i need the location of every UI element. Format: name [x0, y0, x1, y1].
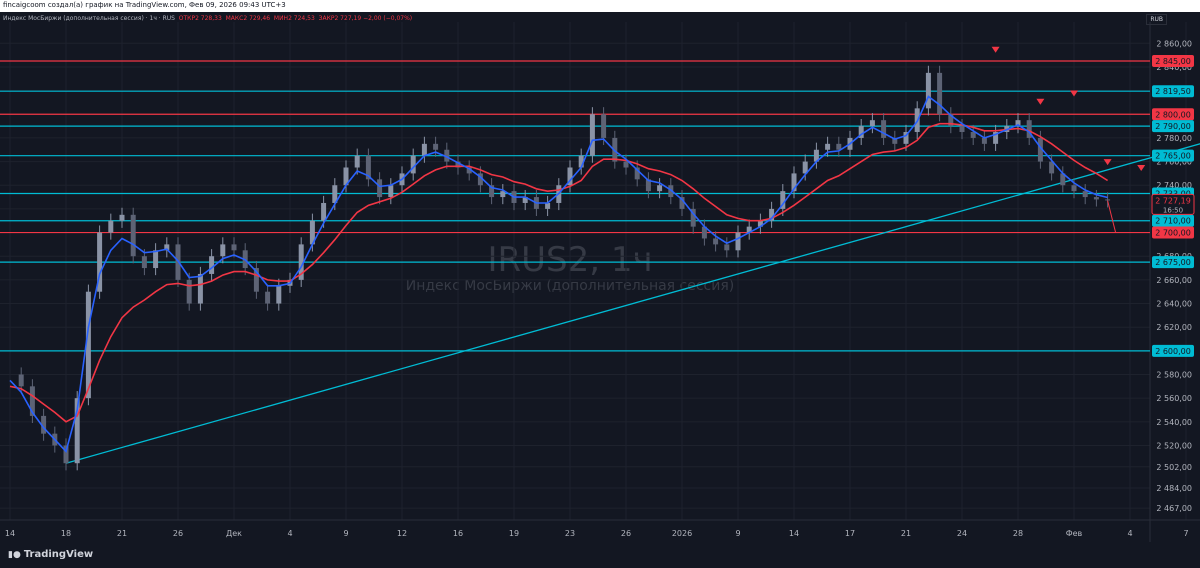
candle-body: [589, 114, 595, 156]
down-arrow-marker: [1036, 98, 1045, 105]
x-tick-label: 4: [1127, 529, 1132, 538]
tradingview-brand[interactable]: ▮● TradingView: [8, 549, 93, 560]
level-price-label: 2 600,00: [1155, 347, 1191, 356]
x-tick-label: 2026: [672, 529, 692, 538]
candle-body: [265, 291, 271, 304]
level-price-label: 2 790,00: [1155, 122, 1191, 131]
x-tick-label: 14: [789, 529, 799, 538]
candle-body: [18, 374, 24, 387]
candle-body: [153, 250, 159, 269]
candle-body: [231, 244, 237, 251]
candle-body: [130, 214, 136, 257]
candle-body: [1093, 197, 1099, 200]
down-arrow-marker: [1137, 165, 1146, 172]
candle-body: [713, 238, 719, 245]
y-tick-label: 2 660,00: [1156, 276, 1192, 285]
x-tick-label: 14: [5, 529, 15, 538]
projection-arrow: [1107, 200, 1117, 233]
x-tick-label: 23: [565, 529, 575, 538]
candle-body: [970, 132, 976, 138]
candle-body: [981, 137, 987, 144]
candle-body: [601, 114, 607, 138]
candle-body: [825, 143, 831, 150]
level-price-label: 2 800,00: [1155, 110, 1191, 119]
x-tick-label: 21: [117, 529, 127, 538]
y-tick-label: 2 502,00: [1156, 463, 1192, 472]
down-arrow-marker: [1070, 90, 1078, 97]
x-tick-label: 19: [509, 529, 519, 538]
level-price-label: 2 675,00: [1155, 258, 1191, 267]
candle-body: [881, 120, 887, 138]
x-tick-label: 28: [1013, 529, 1023, 538]
level-price-label: 2 765,00: [1155, 152, 1191, 161]
x-tick-label: 24: [957, 529, 967, 538]
last-price-label: 2 727,19: [1155, 196, 1191, 205]
x-tick-label: 12: [397, 529, 407, 538]
x-tick-label: 9: [343, 529, 348, 538]
y-tick-label: 2 780,00: [1156, 134, 1192, 143]
x-tick-label: 21: [901, 529, 911, 538]
candle-body: [1105, 199, 1111, 201]
candle-body: [388, 185, 394, 198]
y-tick-label: 2 484,00: [1156, 484, 1192, 493]
candle-body: [545, 202, 551, 209]
candle-body: [1082, 191, 1088, 198]
brand-name: TradingView: [23, 549, 94, 560]
level-price-label: 2 700,00: [1155, 229, 1191, 238]
candle-body: [724, 244, 730, 251]
candle-body: [209, 256, 215, 274]
x-tick-label: 4: [287, 529, 292, 538]
ma-slow-line: [9, 122, 1109, 423]
candle-body: [433, 143, 439, 150]
x-tick-label: Дек: [226, 529, 242, 538]
trend-line: [65, 143, 1200, 464]
x-tick-label: 17: [845, 529, 855, 538]
x-tick-label: 9: [735, 529, 740, 538]
tradingview-logo-icon: ▮●: [8, 550, 21, 560]
y-tick-label: 2 540,00: [1156, 418, 1192, 427]
x-tick-label: 18: [61, 529, 71, 538]
x-tick-label: 26: [621, 529, 631, 538]
x-tick-label: 16: [453, 529, 463, 538]
last-price-timer: 16:50: [1163, 206, 1183, 214]
y-tick-label: 2 580,00: [1156, 371, 1192, 380]
candle-body: [63, 445, 69, 464]
candle-body: [119, 214, 125, 221]
candle-body: [1071, 185, 1077, 192]
candle-body: [959, 126, 965, 133]
y-tick-label: 2 467,00: [1156, 504, 1192, 513]
candle-body: [220, 244, 226, 257]
candle-body: [623, 161, 629, 168]
candle-body: [197, 273, 203, 304]
level-price-label: 2 845,00: [1155, 57, 1191, 66]
candle-body: [186, 279, 192, 304]
candle-body: [377, 179, 383, 198]
candle-body: [735, 232, 741, 251]
down-arrow-marker: [991, 46, 1000, 53]
candle-body: [925, 72, 931, 109]
y-tick-label: 2 640,00: [1156, 300, 1192, 309]
footer: [0, 542, 1200, 568]
candle-body: [937, 72, 943, 115]
level-price-label: 2 710,00: [1155, 217, 1191, 226]
candle-body: [321, 202, 327, 221]
candle-body: [869, 120, 875, 127]
y-tick-label: 2 620,00: [1156, 323, 1192, 332]
down-arrow-marker: [1103, 159, 1112, 166]
y-tick-label: 2 520,00: [1156, 441, 1192, 450]
candle-body: [657, 185, 663, 192]
candle-body: [108, 220, 114, 233]
x-tick-label: 7: [1183, 529, 1188, 538]
y-tick-label: 2 860,00: [1156, 39, 1192, 48]
candle-body: [141, 256, 147, 269]
price-chart[interactable]: 2 860,002 840,002 820,002 800,002 780,00…: [0, 0, 1200, 542]
x-tick-label: 26: [173, 529, 183, 538]
candle-body: [354, 155, 360, 168]
y-tick-label: 2 560,00: [1156, 394, 1192, 403]
x-tick-label: Фев: [1066, 529, 1083, 538]
candle-body: [276, 285, 282, 304]
candle-body: [421, 143, 427, 156]
level-price-label: 2 819,50: [1155, 87, 1191, 96]
